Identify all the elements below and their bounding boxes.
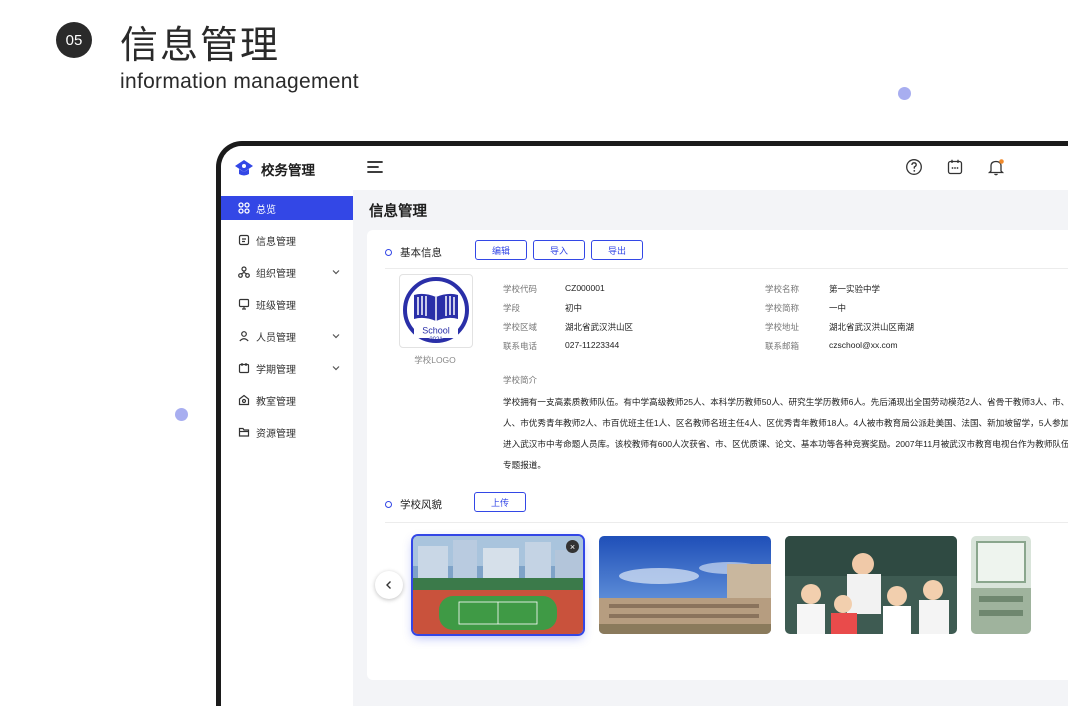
- students-classroom-photo: [785, 536, 957, 634]
- document-icon: [237, 233, 251, 247]
- school-region-value: 湖北省武汉洪山区: [565, 322, 634, 332]
- sidebar-item-classroom[interactable]: 教室管理: [221, 388, 353, 412]
- folder-icon: [237, 425, 251, 439]
- gallery-photo[interactable]: [599, 536, 771, 634]
- org-tree-icon: [237, 265, 251, 279]
- bell-icon[interactable]: [987, 158, 1005, 176]
- school-name-label: 学校名称: [765, 284, 800, 294]
- school-stage-value: 初中: [565, 303, 583, 313]
- school-code-value: CZ000001: [565, 283, 605, 293]
- sidebar-item-label: 信息管理: [256, 236, 296, 248]
- phone-label: 联系电话: [503, 341, 538, 351]
- sidebar-item-org[interactable]: 组织管理: [221, 260, 353, 284]
- topbar: [353, 146, 1068, 190]
- divider: [385, 522, 1068, 523]
- gallery-photo[interactable]: ×: [413, 536, 583, 634]
- calendar-icon: [237, 361, 251, 375]
- import-button[interactable]: 导入: [533, 240, 585, 260]
- logo-text: School: [422, 326, 450, 336]
- sidebar-item-label: 学期管理: [256, 364, 296, 376]
- gallery-photo[interactable]: [785, 536, 957, 634]
- campus-aerial-photo: [413, 536, 583, 634]
- school-address-value: 湖北省武汉洪山区南湖: [829, 322, 915, 332]
- chevron-down-icon[interactable]: [331, 331, 341, 341]
- main-content: 信息管理 基本信息 编辑 导入 导出 School 2021 学校LOGO 学校…: [353, 146, 1068, 706]
- gallery-photo[interactable]: [971, 536, 1031, 634]
- sidebar-item-resources[interactable]: 资源管理: [221, 420, 353, 444]
- school-name-value: 第一实验中学: [829, 284, 881, 294]
- chevron-down-icon[interactable]: [331, 363, 341, 373]
- school-address-label: 学校地址: [765, 322, 800, 332]
- upload-button[interactable]: 上传: [474, 492, 526, 512]
- school-stage-label: 学段: [503, 303, 521, 313]
- classroom-icon: [237, 393, 251, 407]
- sidebar-item-people[interactable]: 人员管理: [221, 324, 353, 348]
- sidebar-item-label: 总览: [256, 204, 276, 216]
- sidebar-item-label: 教室管理: [256, 396, 296, 408]
- gallery-header: 学校风貌: [385, 497, 442, 512]
- app-logo[interactable]: 校务管理: [233, 156, 315, 182]
- divider: [385, 268, 1068, 269]
- school-short-label: 学校简称: [765, 303, 800, 313]
- menu-icon[interactable]: [367, 160, 383, 174]
- basic-info-header: 基本信息: [385, 245, 442, 260]
- chevron-down-icon[interactable]: [331, 267, 341, 277]
- school-short-value: 一中: [829, 303, 847, 313]
- section-dot-icon: [385, 501, 392, 508]
- person-icon: [237, 329, 251, 343]
- gallery-prev-button[interactable]: [375, 571, 403, 599]
- phone-value: 027-11223344: [565, 340, 620, 350]
- help-icon[interactable]: [905, 158, 923, 176]
- sidebar-item-term[interactable]: 学期管理: [221, 356, 353, 380]
- email-label: 联系邮箱: [765, 341, 800, 351]
- logo-caption: 学校LOGO: [414, 355, 456, 365]
- sidebar-item-label: 人员管理: [256, 332, 296, 344]
- edit-button[interactable]: 编辑: [475, 240, 527, 260]
- grid-icon: [237, 201, 251, 215]
- app-window: 校务管理 总览 信息管理 组织管理 班级管理 人员管理 学期管理 教室管理 资源…: [216, 141, 1068, 706]
- slide-subtitle: information management: [120, 70, 359, 93]
- gallery-label: 学校风貌: [400, 499, 442, 511]
- school-region-label: 学校区域: [503, 322, 538, 332]
- app-name: 校务管理: [261, 163, 315, 178]
- section-dot-icon: [385, 249, 392, 256]
- section-number-badge: 05: [56, 22, 92, 58]
- sidebar-item-overview[interactable]: 总览: [221, 196, 353, 220]
- email-value: czschool@xx.com: [829, 340, 898, 350]
- intro-text: 学校拥有一支高素质教师队伍。有中学高级教师25人、本科学历教师50人、研究生学历…: [503, 397, 1068, 470]
- library-interior-photo: [971, 536, 1031, 634]
- close-icon[interactable]: ×: [566, 540, 579, 553]
- sidebar-item-label: 班级管理: [256, 300, 296, 312]
- calendar-icon[interactable]: [946, 158, 964, 176]
- sidebar: 校务管理 总览 信息管理 组织管理 班级管理 人员管理 学期管理 教室管理 资源…: [221, 146, 353, 706]
- sidebar-item-info[interactable]: 信息管理: [221, 228, 353, 252]
- intro-label: 学校简介: [503, 375, 538, 385]
- decorative-dot: [898, 87, 911, 100]
- decorative-dot: [175, 408, 188, 421]
- school-logo-icon: [235, 160, 253, 176]
- school-info-card: 基本信息 编辑 导入 导出 School 2021 学校LOGO 学校代码 CZ…: [367, 230, 1068, 680]
- school-logo-image: School 2021: [399, 274, 473, 348]
- school-building-sky-photo: [599, 536, 771, 634]
- class-board-icon: [237, 297, 251, 311]
- chevron-left-icon: [386, 581, 391, 589]
- sidebar-item-class[interactable]: 班级管理: [221, 292, 353, 316]
- school-code-label: 学校代码: [503, 284, 538, 294]
- sidebar-item-label: 组织管理: [256, 268, 296, 280]
- logo-year: 2021: [429, 337, 443, 343]
- school-emblem-icon: School 2021: [403, 277, 469, 343]
- basic-info-label: 基本信息: [400, 247, 442, 259]
- sidebar-item-label: 资源管理: [256, 428, 296, 440]
- slide-title: 信息管理: [120, 25, 281, 67]
- sidebar-menu: 总览 信息管理 组织管理 班级管理 人员管理 学期管理 教室管理 资源管理: [221, 196, 353, 452]
- export-button[interactable]: 导出: [591, 240, 643, 260]
- page-title: 信息管理: [369, 204, 427, 220]
